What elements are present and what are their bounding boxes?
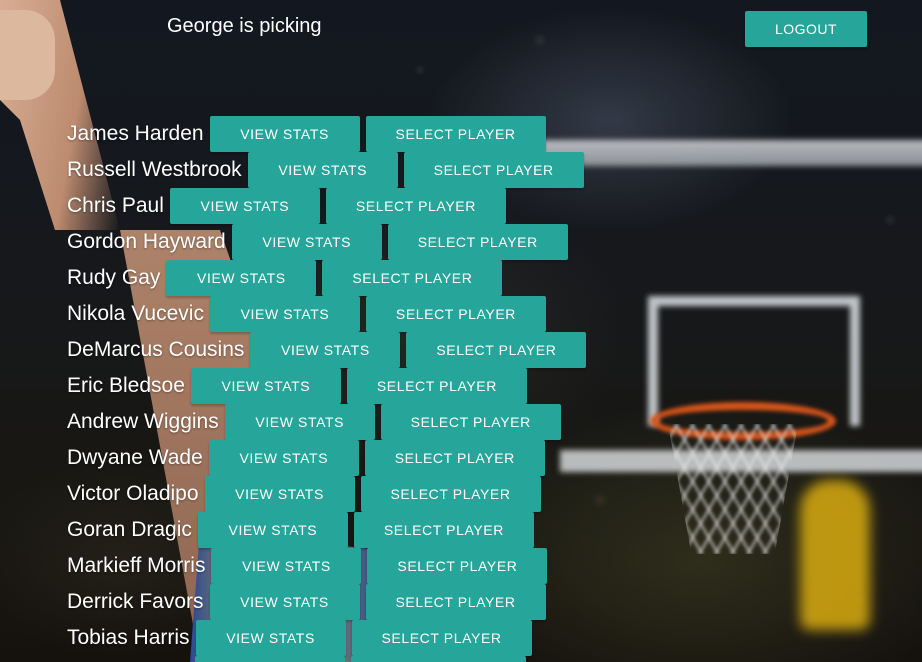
player-name: Eric Bledsoe	[67, 374, 185, 397]
select-player-button[interactable]: SELECT PLAYER	[403, 152, 584, 188]
view-stats-button[interactable]: VIEW STATS	[166, 260, 317, 296]
view-stats-button[interactable]: VIEW STATS	[211, 548, 362, 584]
player-row: Chris Paul VIEW STATS SELECT PLAYER	[67, 188, 592, 224]
view-stats-button-partial[interactable]	[195, 656, 345, 662]
player-name: Russell Westbrook	[67, 158, 242, 181]
player-name: Victor Oladipo	[67, 482, 199, 505]
view-stats-button[interactable]: VIEW STATS	[169, 188, 320, 224]
select-player-button[interactable]: SELECT PLAYER	[360, 476, 541, 512]
select-player-button[interactable]: SELECT PLAYER	[380, 404, 561, 440]
view-stats-button[interactable]: VIEW STATS	[231, 224, 382, 260]
player-name: Goran Dragic	[67, 518, 192, 541]
select-player-button-partial[interactable]	[351, 656, 526, 662]
player-row: Derrick Favors VIEW STATS SELECT PLAYER	[67, 584, 592, 620]
player-name: DeMarcus Cousins	[67, 338, 245, 361]
view-stats-button[interactable]: VIEW STATS	[197, 512, 348, 548]
select-player-button[interactable]: SELECT PLAYER	[346, 368, 527, 404]
player-row: Tobias Harris VIEW STATS SELECT PLAYER	[67, 620, 592, 656]
select-player-button[interactable]: SELECT PLAYER	[406, 332, 587, 368]
view-stats-button[interactable]: VIEW STATS	[204, 476, 355, 512]
select-player-button[interactable]: SELECT PLAYER	[325, 188, 506, 224]
player-row: James Harden VIEW STATS SELECT PLAYER	[67, 116, 592, 152]
player-list: James Harden VIEW STATS SELECT PLAYER Russe…	[67, 116, 592, 656]
player-row: DeMarcus Cousins VIEW STATS SELECT PLAYER	[67, 332, 592, 368]
view-stats-button[interactable]: VIEW STATS	[195, 620, 346, 656]
view-stats-button[interactable]: VIEW STATS	[250, 332, 401, 368]
view-stats-button[interactable]: VIEW STATS	[209, 296, 360, 332]
player-name: Chris Paul	[67, 194, 164, 217]
player-row: Gordon Hayward VIEW STATS SELECT PLAYER	[67, 224, 592, 260]
player-name: Markieff Morris	[67, 554, 206, 577]
player-row: Andrew Wiggins VIEW STATS SELECT PLAYER	[67, 404, 592, 440]
player-row: Nikola Vucevic VIEW STATS SELECT PLAYER	[67, 296, 592, 332]
player-name: Derrick Favors	[67, 590, 204, 613]
player-name: James Harden	[67, 122, 204, 145]
picking-status: George is picking	[167, 15, 322, 37]
player-name: Rudy Gay	[67, 266, 161, 289]
logout-button[interactable]: LOGOUT	[745, 11, 867, 47]
player-row: Goran Dragic VIEW STATS SELECT PLAYER	[67, 512, 592, 548]
select-player-button[interactable]: SELECT PLAYER	[322, 260, 503, 296]
player-name: Andrew Wiggins	[67, 410, 219, 433]
view-stats-button[interactable]: VIEW STATS	[247, 152, 398, 188]
select-player-button[interactable]: SELECT PLAYER	[365, 584, 546, 620]
select-player-button[interactable]: SELECT PLAYER	[367, 548, 548, 584]
select-player-button[interactable]: SELECT PLAYER	[353, 512, 534, 548]
player-row: Dwyane Wade VIEW STATS SELECT PLAYER	[67, 440, 592, 476]
view-stats-button[interactable]: VIEW STATS	[209, 584, 360, 620]
player-name: Gordon Hayward	[67, 230, 226, 253]
player-name: Tobias Harris	[67, 626, 190, 649]
player-row: Markieff Morris VIEW STATS SELECT PLAYER	[67, 548, 592, 584]
player-row: Rudy Gay VIEW STATS SELECT PLAYER	[67, 260, 592, 296]
next-row-partial	[195, 656, 535, 662]
view-stats-button[interactable]: VIEW STATS	[209, 116, 360, 152]
player-row: Victor Oladipo VIEW STATS SELECT PLAYER	[67, 476, 592, 512]
view-stats-button[interactable]: VIEW STATS	[190, 368, 341, 404]
player-row: Eric Bledsoe VIEW STATS SELECT PLAYER	[67, 368, 592, 404]
player-name: Dwyane Wade	[67, 446, 203, 469]
select-player-button[interactable]: SELECT PLAYER	[387, 224, 568, 260]
view-stats-button[interactable]: VIEW STATS	[208, 440, 359, 476]
player-row: Russell Westbrook VIEW STATS SELECT PLAYER	[67, 152, 592, 188]
player-name: Nikola Vucevic	[67, 302, 204, 325]
select-player-button[interactable]: SELECT PLAYER	[365, 296, 546, 332]
select-player-button[interactable]: SELECT PLAYER	[351, 620, 532, 656]
select-player-button[interactable]: SELECT PLAYER	[364, 440, 545, 476]
select-player-button[interactable]: SELECT PLAYER	[365, 116, 546, 152]
view-stats-button[interactable]: VIEW STATS	[224, 404, 375, 440]
